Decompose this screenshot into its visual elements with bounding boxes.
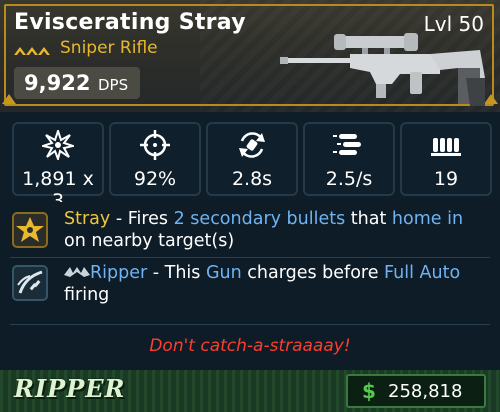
stat-magazine-value: 19 [433,168,459,190]
ripper-manufacturer-icon [64,267,90,277]
flavor-divider [10,324,490,325]
card-footer: RIPPER $ 258,818 [0,370,500,412]
weapon-name: Eviscerating Stray [14,10,246,35]
stray-perk-text-1: - Fires [110,209,174,229]
stray-perk-name: Stray [64,209,111,229]
stray-perk-icon [12,212,48,248]
magazine-icon [431,138,461,156]
frame-corner-right [484,94,498,104]
weapon-type: Sniper Rifle [60,38,158,58]
ripper-slash-icon [17,270,43,294]
reload-icon [239,132,265,158]
ripper-perk-text-1: - This [147,263,206,283]
star-icon [16,217,44,242]
stray-perk-description: Stray - Fires 2 secondary bullets that h… [64,208,484,252]
stat-accuracy: 92% [109,122,201,196]
stray-perk-highlight-1: 2 secondary bullets [173,209,346,229]
stat-fire-rate: 2.5/s [303,122,395,196]
stat-magazine: 19 [400,122,492,196]
dps-badge: 9,922 DPS [14,67,140,99]
stat-reload: 2.8s [206,122,298,196]
dps-value: 9,922 [24,71,91,95]
stats-row: 1,891 x 3 92% 2.8s 2.5/s 19 [0,112,500,212]
card-header: Eviscerating Stray Lvl 50 Sniper Rifle 9… [0,0,500,112]
perk-divider [10,257,490,258]
fire-rate-icon [333,134,361,155]
ripper-perk-text-2: charges before [241,263,385,283]
damage-burst-icon [42,130,74,160]
item-card: Eviscerating Stray Lvl 50 Sniper Rifle 9… [0,0,500,412]
currency-icon: $ [362,379,376,403]
perks-section: Stray - Fires 2 secondary bullets that h… [0,202,500,327]
ripper-perk-icon [12,265,48,301]
ripper-perk-text-3: firing [64,285,110,305]
price-badge: $ 258,818 [346,374,486,408]
manufacturer-logo: RIPPER [14,374,126,403]
price-value: 258,818 [388,381,463,402]
stray-perk-text-2: that [345,209,392,229]
sniper-rifle-image [280,33,485,106]
dps-unit: DPS [98,76,129,94]
stat-damage: 1,891 x 3 [12,122,104,212]
stat-accuracy-value: 92% [133,168,177,190]
legendary-rarity-icon [14,47,50,55]
ripper-perk-name: Ripper [90,263,148,283]
stat-fire-rate-value: 2.5/s [325,168,373,190]
ripper-perk-highlight-2: Full Auto [384,263,461,283]
crosshair-icon [140,130,170,160]
stray-perk-text-3: on nearby target(s) [64,231,235,251]
flavor-text: Don't catch-a-straaaay! [149,336,351,356]
ripper-perk-highlight-1: Gun [205,263,242,283]
stray-perk-highlight-2: home in [391,209,464,229]
ripper-perk-description: Ripper - This Gun charges before Full Au… [64,262,484,306]
stat-reload-value: 2.8s [231,168,273,190]
